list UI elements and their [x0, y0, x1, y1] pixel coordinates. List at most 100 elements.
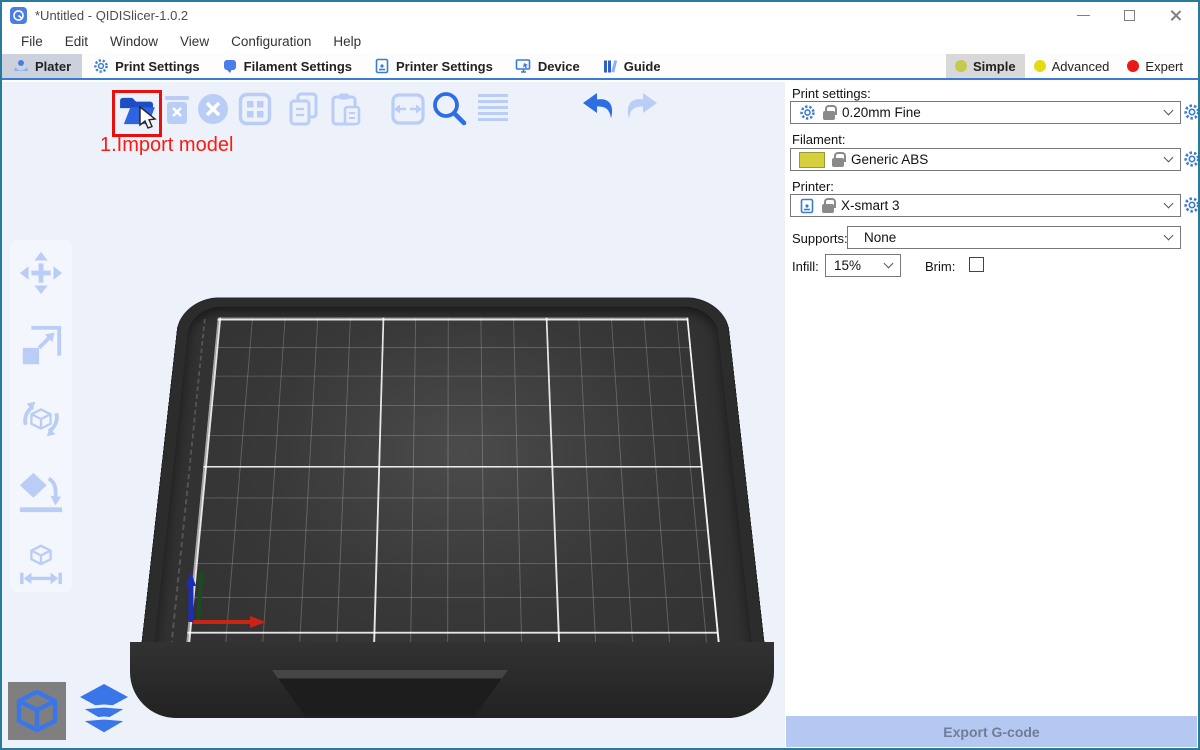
measure-icon [18, 542, 64, 588]
mode-expert[interactable]: Expert [1118, 54, 1192, 78]
gear-icon [799, 104, 816, 121]
menu-file[interactable]: File [10, 34, 54, 49]
paste-icon [328, 91, 364, 127]
arrange-button[interactable] [238, 92, 272, 131]
delete-all-icon [196, 92, 230, 126]
undo-button[interactable] [580, 91, 618, 130]
tab-filament-settings[interactable]: Filament Settings [211, 54, 363, 78]
settings-sidebar: Print settings: 0.20mm Fine Filament: Ge… [785, 82, 1198, 748]
supports-select[interactable]: None [847, 226, 1181, 249]
close-button[interactable] [1152, 2, 1198, 28]
print-settings-label: Print settings: [792, 86, 871, 101]
object-manipulation-toolbar [10, 240, 72, 592]
minimize-button[interactable] [1060, 2, 1106, 28]
mouse-cursor-icon [138, 106, 158, 132]
infill-select[interactable]: 15% [825, 254, 901, 277]
rotate-button[interactable] [18, 396, 64, 447]
printer-value: X-smart 3 [841, 198, 1158, 213]
import-model-annotation: 1.Import model [100, 134, 233, 157]
rotate-icon [18, 396, 64, 442]
trash-icon [162, 94, 192, 126]
minimize-icon [1077, 15, 1090, 16]
tab-printer-settings[interactable]: Printer Settings [363, 54, 504, 78]
search-icon [430, 89, 468, 127]
chevron-down-icon [1164, 231, 1174, 241]
brim-checkbox[interactable] [969, 257, 984, 272]
expert-mode-dot-icon [1127, 60, 1139, 72]
menu-bar: File Edit Window View Configuration Help [2, 28, 1198, 54]
mode-selector: Simple Advanced Expert [946, 54, 1198, 78]
layer-lines-icon [476, 92, 510, 126]
copy-button[interactable] [286, 91, 322, 132]
mode-simple[interactable]: Simple [946, 54, 1025, 78]
printer-label: Printer: [792, 179, 834, 194]
build-plate-handle [272, 670, 508, 716]
move-button[interactable] [18, 250, 64, 301]
printer-icon [374, 58, 390, 74]
view-switcher [8, 682, 132, 741]
infill-value: 15% [834, 258, 878, 273]
plater-icon [13, 58, 29, 74]
scale-button[interactable] [18, 323, 64, 374]
printer-gear-button[interactable] [1183, 196, 1200, 214]
3d-editor-view-button[interactable] [8, 682, 66, 740]
place-on-face-icon [18, 469, 64, 515]
chevron-down-icon [1164, 153, 1174, 163]
chevron-down-icon [1164, 106, 1174, 116]
chevron-down-icon [884, 259, 894, 269]
brim-label: Brim: [925, 259, 955, 274]
scale-icon [18, 323, 64, 369]
infill-label: Infill: [792, 259, 819, 274]
export-gcode-button[interactable]: Export G-code [786, 716, 1197, 747]
tab-device[interactable]: Device [504, 54, 591, 78]
mode-advanced[interactable]: Advanced [1025, 54, 1119, 78]
maximize-icon [1124, 10, 1135, 21]
menu-view[interactable]: View [169, 34, 220, 49]
search-button[interactable] [430, 89, 468, 132]
place-on-face-button[interactable] [18, 469, 64, 520]
3d-view-cube-icon [13, 687, 61, 735]
print-settings-select[interactable]: 0.20mm Fine [790, 101, 1181, 124]
measure-button[interactable] [18, 542, 64, 593]
gear-icon [93, 58, 109, 74]
delete-all-button[interactable] [196, 92, 230, 131]
preview-view-button[interactable] [76, 682, 132, 741]
tab-print-settings[interactable]: Print Settings [82, 54, 211, 78]
origin-axes-icon [178, 562, 270, 628]
split-objects-icon [390, 91, 426, 127]
menu-configuration[interactable]: Configuration [220, 34, 322, 49]
menu-edit[interactable]: Edit [54, 34, 99, 49]
simple-mode-dot-icon [955, 60, 967, 72]
window-title: *Untitled - QIDISlicer-1.0.2 [35, 8, 188, 23]
menu-window[interactable]: Window [99, 34, 169, 49]
undo-icon [580, 91, 618, 125]
3d-viewport[interactable]: 1.Import model [2, 82, 785, 748]
arrange-icon [238, 92, 272, 126]
print-settings-value: 0.20mm Fine [842, 105, 1158, 120]
close-icon [1169, 9, 1182, 22]
delete-button[interactable] [162, 94, 192, 131]
filament-value: Generic ABS [851, 152, 1158, 167]
tab-plater[interactable]: Plater [2, 54, 82, 78]
tab-bar: Plater Print Settings Filament Settings … [2, 54, 1198, 80]
split-objects-button[interactable] [390, 91, 426, 132]
variable-layer-height-button[interactable] [476, 92, 510, 131]
print-settings-gear-button[interactable] [1183, 103, 1200, 121]
redo-button[interactable] [622, 91, 660, 130]
menu-help[interactable]: Help [322, 34, 372, 49]
filament-gear-button[interactable] [1183, 150, 1200, 168]
build-plate-front [130, 642, 774, 718]
filament-label: Filament: [792, 132, 845, 147]
lock-icon [823, 105, 835, 120]
printer-select[interactable]: X-smart 3 [790, 194, 1181, 217]
filament-color-swatch [799, 152, 825, 168]
advanced-mode-dot-icon [1034, 60, 1046, 72]
supports-label: Supports: [792, 231, 848, 246]
layers-preview-icon [76, 682, 132, 736]
tab-guide[interactable]: Guide [591, 54, 672, 78]
filament-select[interactable]: Generic ABS [790, 148, 1181, 171]
maximize-button[interactable] [1106, 2, 1152, 28]
guide-icon [602, 58, 618, 74]
filament-icon [222, 58, 238, 74]
paste-button[interactable] [328, 91, 364, 132]
